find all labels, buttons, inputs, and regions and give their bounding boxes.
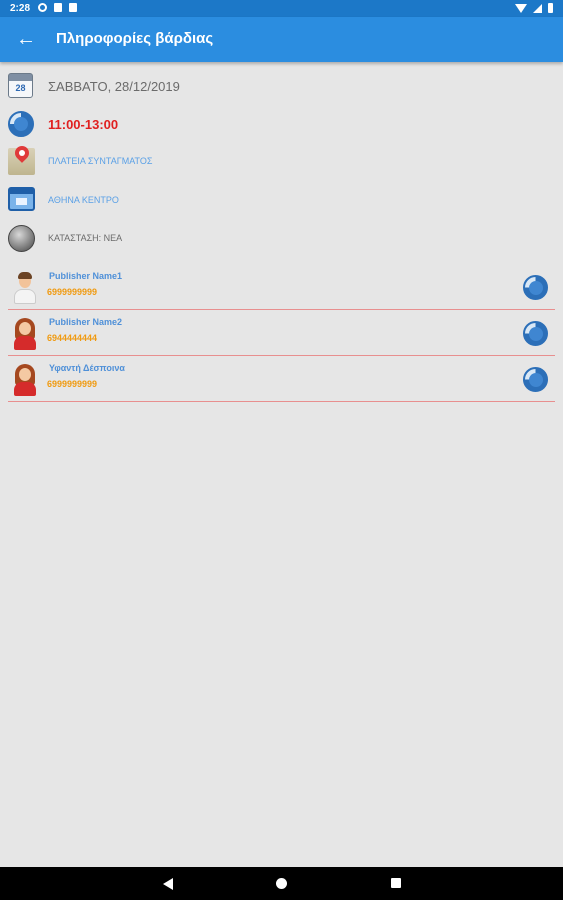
location-row[interactable]: ΠΛΑΤΕΙΑ ΣΥΝΤΑΓΜΑΤΟΣ (8, 146, 152, 176)
publisher-row[interactable]: Υφαντή Δέσποινα 6999999999 (8, 356, 555, 402)
male-avatar-icon (11, 272, 39, 304)
female-avatar-icon (11, 364, 39, 396)
nav-recents-icon[interactable] (391, 878, 401, 888)
publisher-row[interactable]: Publisher Name1 6999999999 (8, 264, 555, 310)
back-arrow-icon[interactable]: ← (14, 27, 38, 51)
status-circle-icon (8, 224, 35, 252)
publisher-phone[interactable]: 6999999999 (47, 379, 97, 389)
date-row: 28 ΣΑΒΒΑΤΟ, 28/12/2019 (8, 71, 180, 101)
battery-icon (548, 3, 553, 13)
shift-status: ΚΑΤΑΣΤΑΣΗ: ΝΕΑ (48, 233, 123, 243)
wifi-icon (515, 3, 527, 13)
publisher-phone[interactable]: 6999999999 (47, 287, 97, 297)
shift-date: ΣΑΒΒΑΤΟ, 28/12/2019 (48, 78, 180, 94)
window-icon (8, 186, 35, 214)
nav-home-icon[interactable] (276, 878, 287, 889)
sd-card-icon (69, 3, 77, 12)
map-pin-icon (8, 147, 35, 175)
shift-time: 11:00-13:00 (48, 116, 119, 132)
shift-location[interactable]: ΠΛΑΤΕΙΑ ΣΥΝΤΑΓΜΑΤΟΣ (48, 156, 152, 166)
nav-back-icon[interactable] (163, 878, 173, 890)
navigation-bar (0, 867, 563, 900)
publisher-row[interactable]: Publisher Name2 6944444444 (8, 310, 555, 356)
status-row: ΚΑΤΑΣΤΑΣΗ: ΝΕΑ (8, 223, 122, 253)
gear-icon (38, 3, 47, 12)
publisher-name: Publisher Name1 (49, 271, 123, 281)
publisher-phone[interactable]: 6944444444 (47, 333, 97, 343)
status-bar: 2:28 (0, 0, 563, 17)
signal-icon (533, 3, 542, 13)
sd-card-icon (54, 3, 62, 12)
clock-icon[interactable] (523, 275, 548, 300)
shift-area[interactable]: ΑΘΗΝΑ ΚΕΝΤΡΟ (48, 195, 119, 205)
area-row[interactable]: ΑΘΗΝΑ ΚΕΝΤΡΟ (8, 185, 119, 215)
app-bar: ← Πληροφορίες βάρδιας (0, 17, 563, 62)
page-title: Πληροφορίες βάρδιας (56, 30, 214, 47)
clock-icon[interactable] (523, 367, 548, 392)
publisher-name: Publisher Name2 (49, 317, 123, 327)
female-avatar-icon (11, 318, 39, 350)
time-row: 11:00-13:00 (8, 109, 118, 139)
status-time: 2:28 (10, 3, 31, 14)
clock-icon[interactable] (523, 321, 548, 346)
publisher-name: Υφαντή Δέσποινα (49, 363, 125, 373)
clock-icon (8, 110, 35, 138)
calendar-icon: 28 (8, 72, 35, 100)
